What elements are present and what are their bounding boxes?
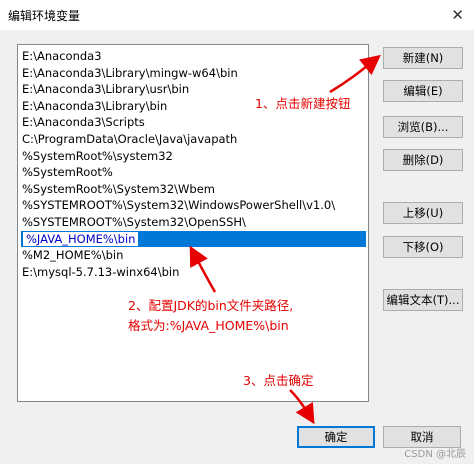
- annotation-step2-line2: 格式为:%JAVA_HOME%\bin: [128, 318, 289, 333]
- path-edit-field[interactable]: %JAVA_HOME%\bin: [22, 230, 140, 247]
- path-list-item[interactable]: %SystemRoot%\System32\Wbem: [21, 181, 215, 197]
- path-list-item[interactable]: %SYSTEMROOT%\System32\WindowsPowerShell\…: [21, 197, 335, 213]
- browse-button[interactable]: 浏览(B)...: [383, 116, 463, 138]
- move-down-button[interactable]: 下移(O): [383, 236, 463, 258]
- annotation-step1: 1、点击新建按钮: [255, 96, 351, 111]
- delete-button[interactable]: 删除(D): [383, 149, 463, 171]
- path-list-item[interactable]: %M2_HOME%\bin: [21, 247, 123, 263]
- path-list-item[interactable]: E:\mysql-5.7.13-winx64\bin: [21, 264, 179, 280]
- title-bar: 编辑环境变量 ✕: [0, 0, 474, 30]
- move-up-button[interactable]: 上移(U): [383, 202, 463, 224]
- edit-text-button[interactable]: 编辑文本(T)...: [383, 289, 463, 311]
- annotation-step3: 3、点击确定: [243, 373, 314, 388]
- path-list-item[interactable]: E:\Anaconda3\Scripts: [21, 114, 145, 130]
- path-list-item[interactable]: %JAVA_HOME%\bin: [21, 230, 366, 247]
- edit-button[interactable]: 编辑(E): [383, 80, 463, 102]
- new-button[interactable]: 新建(N): [383, 47, 463, 69]
- path-list-item[interactable]: E:\Anaconda3\Library\mingw-w64\bin: [21, 65, 238, 81]
- path-list-item[interactable]: E:\Anaconda3\Library\usr\bin: [21, 81, 189, 97]
- path-list-item[interactable]: E:\Anaconda3: [21, 48, 102, 64]
- dialog-body: E:\Anaconda3 E:\Anaconda3\Library\mingw-w…: [0, 30, 474, 464]
- path-list-item[interactable]: C:\ProgramData\Oracle\Java\javapath: [21, 131, 237, 147]
- path-list-item[interactable]: %SystemRoot%: [21, 164, 113, 180]
- ok-button[interactable]: 确定: [297, 426, 375, 448]
- annotation-step2-line1: 2、配置JDK的bin文件夹路径,: [128, 298, 294, 313]
- path-list-item[interactable]: E:\Anaconda3\Library\bin: [21, 98, 167, 114]
- path-list-item[interactable]: %SystemRoot%\system32: [21, 148, 173, 164]
- window-title: 编辑环境变量: [8, 9, 81, 23]
- path-list-item[interactable]: %SYSTEMROOT%\System32\OpenSSH\: [21, 214, 246, 230]
- close-icon[interactable]: ✕: [451, 6, 464, 24]
- watermark: CSDN @北辰: [404, 449, 466, 460]
